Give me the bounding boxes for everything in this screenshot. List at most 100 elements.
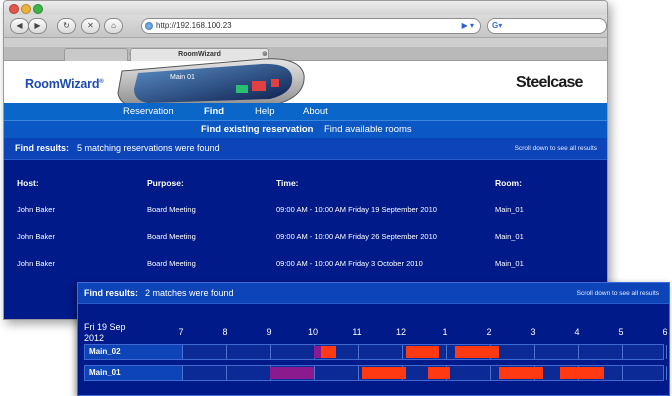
row-purpose: Board Meeting [147, 205, 196, 214]
results-message: 5 matching reservations were found [77, 143, 220, 153]
booking-block[interactable] [454, 346, 499, 358]
overlay-results-label: Find results: [84, 288, 139, 298]
submenu-find-existing[interactable]: Find existing reservation [201, 124, 313, 135]
row-time: 09:00 AM - 10:00 AM Friday 19 September … [276, 205, 437, 214]
hour-label-10: 10 [307, 327, 318, 337]
hour-gridline [358, 345, 359, 359]
room-name: Main_01 [85, 366, 182, 380]
hour-label-2: 2 [486, 327, 492, 337]
room-row-main-01[interactable]: Main_01 [84, 365, 667, 381]
results-bar: Find results: 5 matching reservations we… [4, 138, 607, 160]
web-page: RoomWizard® Main 01 Steelcase Reservatio… [4, 58, 607, 319]
booking-block[interactable] [270, 367, 314, 379]
hour-gridline [446, 345, 447, 359]
hour-gridline [402, 345, 403, 359]
availability-panel: Find results: 2 matches were found Scrol… [77, 282, 670, 396]
row-purpose: Board Meeting [147, 232, 196, 241]
go-dropdown-icon[interactable]: ▶ ▾ [462, 19, 474, 33]
hour-gridline [622, 345, 623, 359]
menu-about[interactable]: About [303, 106, 328, 117]
menu-help[interactable]: Help [255, 106, 275, 117]
search-engine-icon[interactable]: G▾ [492, 20, 502, 32]
menu-reservation[interactable]: Reservation [123, 106, 174, 117]
close-window-button[interactable] [9, 4, 19, 14]
hour-label-8: 8 [222, 327, 228, 337]
hour-gridline [270, 345, 271, 359]
hour-gridline [578, 345, 579, 359]
menu-find[interactable]: Find [204, 106, 224, 117]
overlay-results-bar: Find results: 2 matches were found Scrol… [78, 283, 669, 304]
hour-gridline [622, 366, 623, 380]
booking-block[interactable] [362, 367, 407, 379]
hour-label-4: 4 [574, 327, 580, 337]
hour-gridline [314, 366, 315, 380]
logo-text: RoomWizard [25, 77, 100, 91]
scroll-hint: Scroll down to see all results [514, 145, 597, 152]
hour-gridline [182, 366, 183, 380]
bookmarks-bar [4, 38, 607, 47]
row-room: Main_01 [495, 259, 524, 268]
column-header-purpose: Purpose: [147, 178, 184, 188]
hour-gridline [666, 366, 667, 380]
site-icon [145, 22, 153, 30]
roomwizard-logo[interactable]: RoomWizard® [25, 77, 104, 91]
row-time: 09:00 AM - 10:00 AM Friday 3 October 201… [276, 259, 423, 268]
hour-label-6: 6 [662, 327, 668, 337]
column-header-time: Time: [276, 178, 299, 188]
room-name: Main_02 [85, 345, 182, 359]
row-room: Main_01 [495, 232, 524, 241]
overlay-results-message: 2 matches were found [145, 288, 234, 298]
hour-gridline [490, 366, 491, 380]
date-year: 2012 [84, 333, 105, 343]
address-url: http://192.168.100.23 [156, 21, 232, 30]
address-bar[interactable]: http://192.168.100.23 ▶ ▾ [141, 18, 481, 34]
minimize-window-button[interactable] [21, 4, 31, 14]
date-day: Fri 19 Sep [84, 322, 126, 332]
hour-label-7: 7 [178, 327, 184, 337]
home-icon[interactable]: ⌂ [104, 18, 123, 34]
hour-gridline [534, 345, 535, 359]
hour-gridline [182, 345, 183, 359]
forward-button[interactable]: ▶ [28, 18, 47, 34]
overlay-scroll-hint: Scroll down to see all results [576, 290, 659, 297]
browser-window: ◀ ▶ ↻ ✕ ⌂ http://192.168.100.23 ▶ ▾ G▾ ⊗… [3, 0, 608, 320]
booking-block[interactable] [320, 346, 336, 358]
steelcase-brand: Steelcase [516, 74, 583, 91]
row-host: John Baker [17, 259, 55, 268]
browser-toolbar: ◀ ▶ ↻ ✕ ⌂ http://192.168.100.23 ▶ ▾ G▾ [4, 15, 607, 38]
hour-label-5: 5 [618, 327, 624, 337]
sub-menu: Find existing reservation Find available… [4, 120, 607, 138]
hour-gridline [358, 366, 359, 380]
hour-gridline [226, 366, 227, 380]
row-room: Main_01 [495, 205, 524, 214]
hour-label-9: 9 [266, 327, 272, 337]
site-header: RoomWizard® Main 01 Steelcase [4, 58, 607, 110]
search-field[interactable]: G▾ [487, 18, 607, 34]
room-row-main-02[interactable]: Main_02 [84, 344, 667, 360]
booking-block[interactable] [560, 367, 605, 379]
main-menu: Reservation Find Help About [4, 103, 607, 120]
stop-icon[interactable]: ✕ [81, 18, 100, 34]
reload-icon[interactable]: ↻ [57, 18, 76, 34]
zoom-window-button[interactable] [33, 4, 43, 14]
hour-label-12: 12 [395, 327, 406, 337]
row-host: John Baker [17, 232, 55, 241]
row-purpose: Board Meeting [147, 259, 196, 268]
booking-block[interactable] [406, 346, 440, 358]
booking-block[interactable] [428, 367, 451, 379]
hour-gridline [666, 345, 667, 359]
registered-mark: ® [99, 78, 104, 85]
hour-label-11: 11 [352, 327, 362, 337]
booking-block[interactable] [314, 346, 321, 358]
row-host: John Baker [17, 205, 55, 214]
results-label: Find results: [15, 143, 70, 153]
submenu-find-available[interactable]: Find available rooms [324, 124, 412, 135]
column-header-room: Room: [495, 178, 522, 188]
hour-label-1: 1 [442, 327, 448, 337]
schedule-date: Fri 19 Sep 2012 [84, 322, 144, 344]
row-time: 09:00 AM - 10:00 AM Friday 26 September … [276, 232, 437, 241]
booking-block[interactable] [498, 367, 543, 379]
back-button[interactable]: ◀ [10, 18, 29, 34]
hour-label-3: 3 [530, 327, 536, 337]
title-bar [4, 1, 607, 15]
